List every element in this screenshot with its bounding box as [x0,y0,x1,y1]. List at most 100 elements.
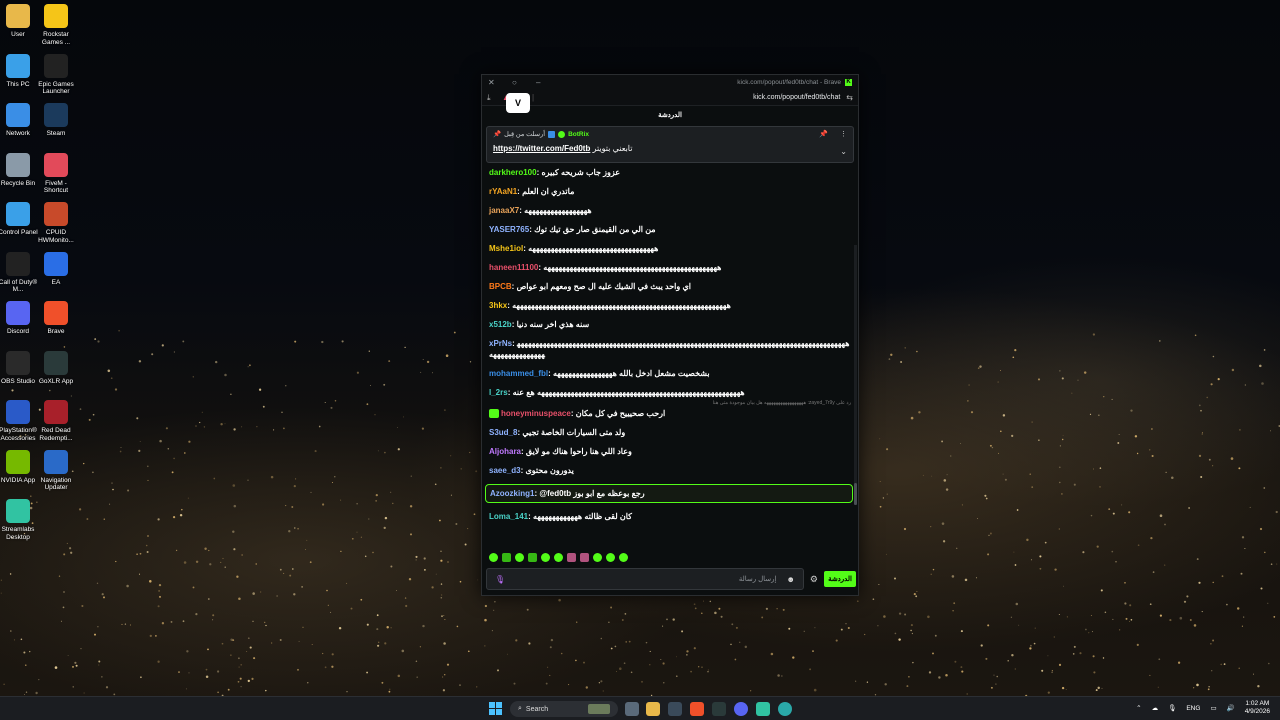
window-titlebar: ✕ ○ – kick.com/popout/fed0tb/chat - Brav… [482,75,858,90]
emoji-picker-icon[interactable]: ☻ [787,575,795,584]
chat-settings-icon[interactable]: ⚙ [810,574,818,585]
emote-icon[interactable] [541,553,550,562]
chat-username[interactable]: xPrNs [489,339,512,348]
chat-message-input[interactable]: 🎙 إرسال رسالة ☻ [486,568,804,590]
task-view-icon[interactable] [625,702,639,716]
tray-chevron-icon[interactable]: ⌃ [1136,704,1141,712]
desktop-icon[interactable]: Red Dead Redempti... [33,400,79,442]
chat-username[interactable]: Loma_141 [489,512,528,521]
chat-username[interactable]: saee_d3 [489,466,521,475]
chat-message[interactable]: haneen11100: ههههههههههههههههههههههههههه… [489,262,851,273]
chat-username[interactable]: l_2rs [489,388,508,397]
chat-message[interactable]: saee_d3: يدورون محتوى [489,465,851,476]
desktop-icon[interactable]: GoXLR App [33,350,79,386]
chat-message[interactable]: BPCB: اي واحد يبث في الشيك عليه ال صح وم… [489,281,851,292]
emote-icon[interactable] [619,553,628,562]
chat-username[interactable]: S3ud_8 [489,428,517,437]
desktop-icon[interactable]: EA [33,251,79,287]
emote-icon[interactable] [515,553,524,562]
chat-username[interactable]: Azoozking1 [490,489,534,498]
desktop-icon[interactable]: Brave [33,301,79,336]
streamlabs-taskbar-icon[interactable] [756,702,770,716]
chat-message[interactable]: xPrNs: ههههههههههههههههههههههههههههههههه… [489,338,851,360]
channel-avatar[interactable]: V [506,93,530,113]
taskbar-search[interactable]: ⌕ Search [510,701,618,717]
microphone-icon[interactable]: 🎙 [495,575,505,584]
chat-message[interactable]: Mshe1iol: هههههههههههههههههههههههههههههه… [489,243,851,254]
emote-icon[interactable] [489,553,498,562]
emote-icon[interactable] [502,553,511,562]
start-button[interactable] [489,702,503,716]
more-options-icon[interactable]: ⋮ [840,130,847,138]
chat-message[interactable]: darkhero100: عزوز جاب شريحه كبيره [489,167,851,178]
desktop-icon[interactable]: Rockstar Games ... [33,4,79,46]
emote-icon[interactable] [554,553,563,562]
desktop-icon[interactable]: Streamlabs Desktop [0,499,41,541]
close-window-icon[interactable]: ✕ [488,78,512,87]
chat-message[interactable]: honeyminuspeace: ارحب صحيييح في كل مكان [489,408,851,419]
emote-icon[interactable] [567,553,576,562]
desktop-icon[interactable]: Navigation Updater [33,449,79,492]
chat-username[interactable]: x512b [489,320,512,329]
chat-username[interactable]: 3hkx [489,301,507,310]
language-indicator[interactable]: ENG [1186,705,1200,712]
file-explorer-icon[interactable] [646,702,660,716]
mic-tray-icon[interactable]: 🎙 [1168,704,1176,712]
desktop-icon[interactable]: FiveM - Shortcut [33,152,79,195]
search-label: Search [525,705,549,713]
ea-icon [44,251,68,276]
chat-message[interactable]: x512b: سنه هذي اخر سنه دنيا [489,319,851,330]
chat-scrollbar[interactable] [854,245,857,505]
chat-username[interactable]: BPCB [489,282,512,291]
chat-message[interactable]: Aljohara: وعاد اللي هنا راحوا هناك مو لا… [489,446,851,457]
chat-message-text: @fed0tb رجع بوعظه مع ابو بوز [539,489,645,498]
download-icon[interactable]: ⤓ [487,93,502,103]
desktop-icon-label: Brave [47,328,65,335]
chat-message[interactable]: mohammed_fbl: بشخصيت مشعل ادخل بالله ههه… [489,368,851,379]
chat-username[interactable]: rYAaN1 [489,187,517,196]
desktop-icon-label: Streamlabs Desktop [1,526,35,541]
translate-icon[interactable]: ⇆ [846,93,853,102]
chat-username[interactable]: darkhero100 [489,168,537,177]
chat-message[interactable]: Loma_141: كان لقى ظالته ههههههههههههه [489,511,851,522]
desktop-icon[interactable]: Epic Games Launcher [33,53,79,96]
clock[interactable]: 1:02 AM 4/9/2026 [1245,700,1270,716]
chat-message[interactable]: rYAaN1: ماتدري ان العلم [489,186,851,197]
chat-username[interactable]: YASER765 [489,225,529,234]
desktop-icon[interactable]: CPUID HWMonito... [33,202,79,244]
emote-icon[interactable] [580,553,589,562]
goxlr-taskbar-icon[interactable] [712,702,726,716]
minimize-window-icon[interactable]: – [536,78,560,87]
brave-taskbar-icon[interactable] [690,702,704,716]
desktop-icon[interactable]: Steam [33,103,79,138]
chat-username[interactable]: honeyminuspeace [501,409,571,418]
chat-username[interactable]: janaaX7 [489,206,519,215]
terminal-icon[interactable] [668,702,682,716]
pinned-link[interactable]: https://twitter.com/Fed0tb [493,144,590,153]
send-chat-button[interactable]: الدردشة [824,571,856,587]
restore-window-icon[interactable]: ○ [512,78,536,87]
tray-app-icon[interactable]: ☁ [1152,704,1159,712]
emote-icon[interactable] [606,553,615,562]
chat-message[interactable]: 3hkx: هههههههههههههههههههههههههههههههههه… [489,300,851,311]
pinned-message[interactable]: 📌 أرسلت من قِبل BotRix https://twitter.c… [486,126,854,163]
url-text[interactable]: kick.com/popout/fed0tb/chat [753,94,840,101]
chat-username[interactable]: Mshe1iol [489,244,523,253]
chat-username[interactable]: Aljohara [489,447,521,456]
network-tray-icon[interactable]: ▭ [1210,704,1216,712]
chat-username[interactable]: haneen11100 [489,263,538,272]
chat-message[interactable]: YASER765: من الي من القيمنق صار حق تيك ت… [489,224,851,235]
chat-username[interactable]: mohammed_fbl [489,369,548,378]
volume-icon[interactable]: 🔊 [1227,704,1235,712]
emote-icon[interactable] [528,553,537,562]
app-taskbar-icon[interactable] [778,702,792,716]
chat-message[interactable]: janaaX7: هههههههههههههههههه [489,205,851,216]
unpin-icon[interactable]: 📌 [819,130,828,138]
chat-message[interactable]: S3ud_8: ولد متى السيارات الخاصة تجيي [489,427,851,438]
chat-message[interactable]: Azoozking1: @fed0tb رجع بوعظه مع ابو بوز [485,484,853,503]
discord-taskbar-icon[interactable] [734,702,748,716]
chevron-down-icon[interactable]: ⌄ [840,147,847,156]
reply-reference[interactable]: رد على zayed_7r9y: هههههههههههههههههه هل… [489,400,851,406]
emote-icon[interactable] [593,553,602,562]
chat-message[interactable]: l_2rs: ههههههههههههههههههههههههههههههههه… [489,387,851,398]
